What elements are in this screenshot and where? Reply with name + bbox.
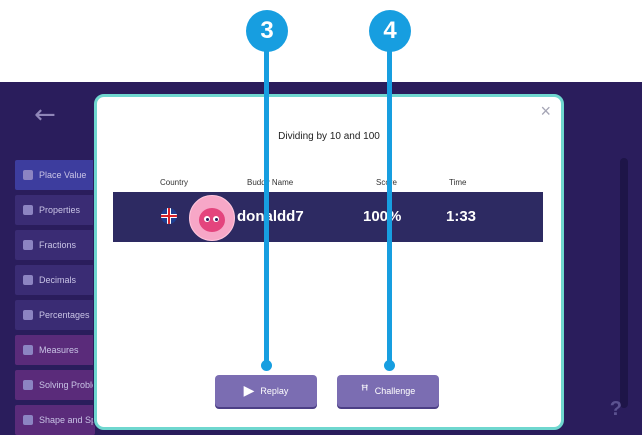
time-value: 1:33 xyxy=(446,208,477,225)
sidebar-item-label: Solving Problems xyxy=(39,380,95,390)
annotation-marker-4: 4 xyxy=(369,10,411,52)
properties-icon xyxy=(23,205,33,215)
sidebar-item-label: Decimals xyxy=(39,275,77,285)
column-header-time: Time xyxy=(449,178,467,187)
modal-title: Dividing by 10 and 100 xyxy=(278,131,380,142)
sidebar-item-label: Percentages xyxy=(39,310,90,320)
play-icon: ▶ xyxy=(243,383,255,399)
solving-problems-icon xyxy=(23,380,33,390)
percentages-icon xyxy=(23,310,33,320)
sidebar-item-label: Shape and Space xyxy=(39,415,95,425)
sidebar-item-label: Properties xyxy=(39,205,81,215)
help-icon[interactable]: ? xyxy=(610,398,622,421)
sidebar-item-label: Measures xyxy=(39,345,79,355)
sidebar-item-properties[interactable]: Properties xyxy=(15,195,95,225)
column-header-country: Country xyxy=(160,178,189,187)
uk-flag-icon xyxy=(161,208,177,224)
sidebar-item-fractions[interactable]: Fractions xyxy=(15,230,95,260)
sidebar-item-place-value[interactable]: Place Value xyxy=(15,160,95,190)
table-row: donaldd7 100% 1:33 xyxy=(113,192,543,242)
replay-button[interactable]: ▶ Replay xyxy=(215,375,317,407)
sidebar-item-label: Fractions xyxy=(39,240,77,250)
annotation-marker-3: 3 xyxy=(246,10,288,52)
sidebar-item-decimals[interactable]: Decimals xyxy=(15,265,95,295)
annotation-line-3 xyxy=(264,30,269,366)
avatar xyxy=(189,195,235,241)
score-value: 100% xyxy=(363,208,402,225)
measures-icon xyxy=(23,345,33,355)
column-header-buddy-name: Buddy Name xyxy=(247,178,294,187)
annotation-dot-3 xyxy=(261,360,272,371)
sidebar-item-label: Place Value xyxy=(39,170,87,180)
sidebar-item-solving-problems[interactable]: Solving Problems xyxy=(15,370,95,400)
shape-and-space-icon xyxy=(23,415,33,425)
sidebar-item-shape-and-space[interactable]: Shape and Space xyxy=(15,405,95,435)
annotation-line-4 xyxy=(387,30,392,366)
place-value-icon xyxy=(23,170,33,180)
topic-sidebar: Place Value Properties Fractions Decimal… xyxy=(15,160,95,440)
replay-label: Replay xyxy=(260,386,289,396)
results-table-header: Country Buddy Name Score Time xyxy=(97,178,561,192)
fractions-icon xyxy=(23,240,33,250)
annotation-dot-4 xyxy=(384,360,395,371)
results-modal: × Dividing by 10 and 100 Country Buddy N… xyxy=(94,94,564,430)
sidebar-item-percentages[interactable]: Percentages xyxy=(15,300,95,330)
back-arrow-icon[interactable]: ← xyxy=(34,100,56,130)
scrollbar[interactable] xyxy=(620,158,628,408)
challenge-button[interactable]: ꟸ Challenge xyxy=(337,375,439,407)
sidebar-item-measures[interactable]: Measures xyxy=(15,335,95,365)
medal-icon: ꟸ xyxy=(360,383,369,399)
decimals-icon xyxy=(23,275,33,285)
close-icon[interactable]: × xyxy=(540,101,551,122)
buddy-name: donaldd7 xyxy=(237,208,304,225)
challenge-label: Challenge xyxy=(374,386,416,396)
